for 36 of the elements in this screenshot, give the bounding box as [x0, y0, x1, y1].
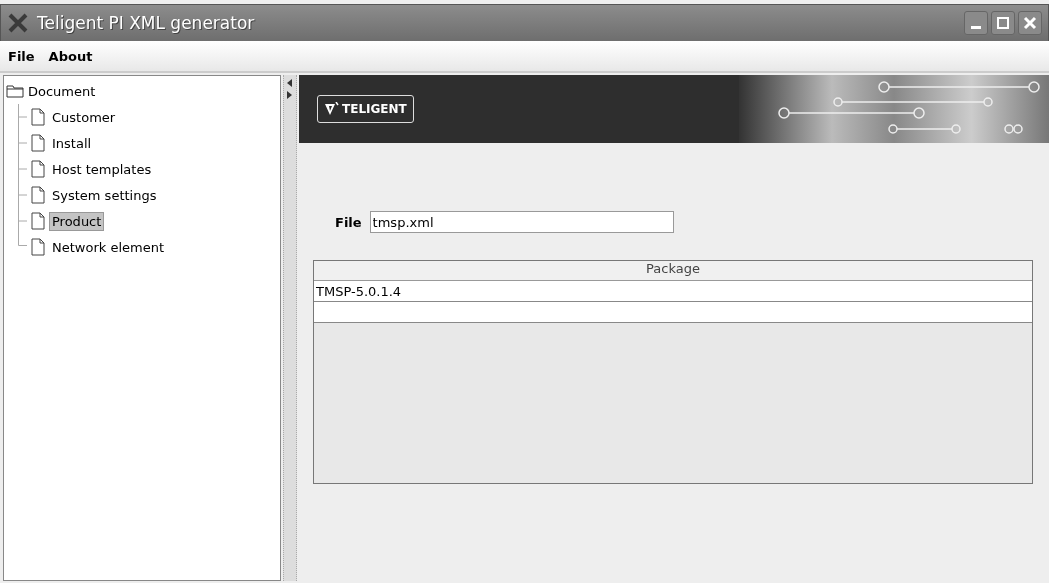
logo-mark-icon: [324, 102, 340, 116]
tree-line: [18, 156, 27, 182]
field-label: File: [335, 214, 362, 230]
tree-item[interactable]: Document: [28, 83, 96, 99]
collapse-left-icon[interactable]: [287, 79, 293, 87]
file-field[interactable]: tmsp.xml: [369, 211, 674, 233]
close-icon: [1023, 16, 1037, 30]
maximize-icon: [996, 16, 1010, 30]
document-icon: [31, 160, 45, 178]
table-cell-text: TMSP-5.0.1.4: [315, 283, 402, 299]
tree-line: [18, 182, 27, 208]
document-icon: [31, 212, 45, 230]
menu-item[interactable]: File: [8, 48, 35, 64]
window-title: Teligent PI XML generator: [37, 13, 256, 33]
tree-item[interactable]: Customer: [49, 107, 119, 127]
menu-item[interactable]: About: [48, 48, 93, 64]
logo-text: TELIGENT: [342, 102, 407, 116]
x-logo-icon: [7, 12, 29, 34]
tree-line: [18, 104, 27, 130]
minimize-button[interactable]: [964, 11, 988, 35]
tree-item[interactable]: Product: [49, 211, 105, 231]
tree-item[interactable]: Host templates: [49, 159, 155, 179]
document-icon: [31, 108, 45, 126]
tree-item[interactable]: System settings: [49, 185, 160, 205]
minimize-icon: [971, 25, 981, 29]
close-button[interactable]: [1018, 11, 1042, 35]
splitter-handle[interactable]: [283, 75, 297, 581]
expand-right-icon[interactable]: [287, 91, 293, 99]
document-icon: [31, 134, 45, 152]
maximize-button[interactable]: [991, 11, 1015, 35]
tree-item[interactable]: Network element: [49, 237, 168, 257]
document-icon: [31, 238, 45, 256]
tree-line: [18, 130, 27, 156]
column-header[interactable]: Package: [314, 261, 1032, 280]
document-icon: [31, 186, 45, 204]
tree-item[interactable]: Install: [49, 133, 95, 153]
